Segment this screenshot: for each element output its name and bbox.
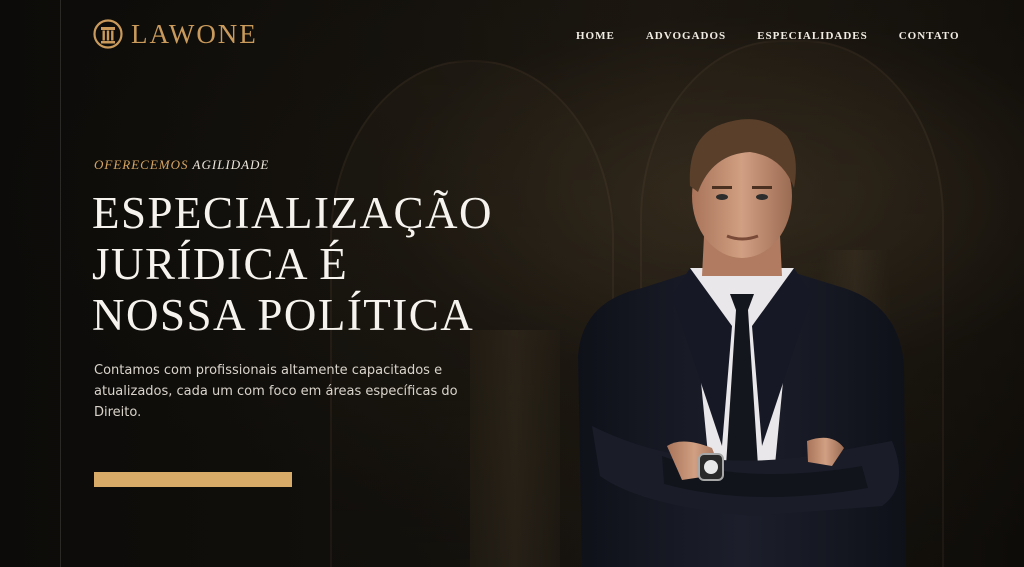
nav-especialidades[interactable]: ESPECIALIDADES xyxy=(757,30,868,42)
nav-home[interactable]: HOME xyxy=(576,30,615,42)
brand-name: LAWONE xyxy=(131,18,258,49)
main-nav: HOME ADVOGADOS ESPECIALIDADES CONTATO xyxy=(576,30,960,42)
headline-line: JURÍDICA É xyxy=(92,239,349,289)
eyebrow-rest: AGILIDADE xyxy=(192,157,270,172)
hero-headline: ESPECIALIZAÇÃO JURÍDICA É NOSSA POLÍTICA xyxy=(92,188,572,341)
headline-line: ESPECIALIZAÇÃO xyxy=(92,188,493,238)
cta-button[interactable] xyxy=(94,472,292,487)
eyebrow-highlight: OFERECEMOS xyxy=(94,157,189,172)
hero-section: LAWONE HOME ADVOGADOS ESPECIALIDADES CON… xyxy=(0,0,1024,567)
headline-line: NOSSA POLÍTICA xyxy=(92,290,475,340)
hero-description: Contamos com profissionais altamente cap… xyxy=(94,363,458,420)
lawyer-photo xyxy=(578,119,906,567)
hero-eyebrow: OFERECEMOS AGILIDADE xyxy=(94,157,269,173)
nav-contato[interactable]: CONTATO xyxy=(899,30,960,42)
nav-advogados[interactable]: ADVOGADOS xyxy=(646,30,726,42)
divider-line xyxy=(60,0,61,567)
courthouse-pillar-icon xyxy=(93,19,123,49)
brand-logo[interactable]: LAWONE xyxy=(93,18,258,50)
